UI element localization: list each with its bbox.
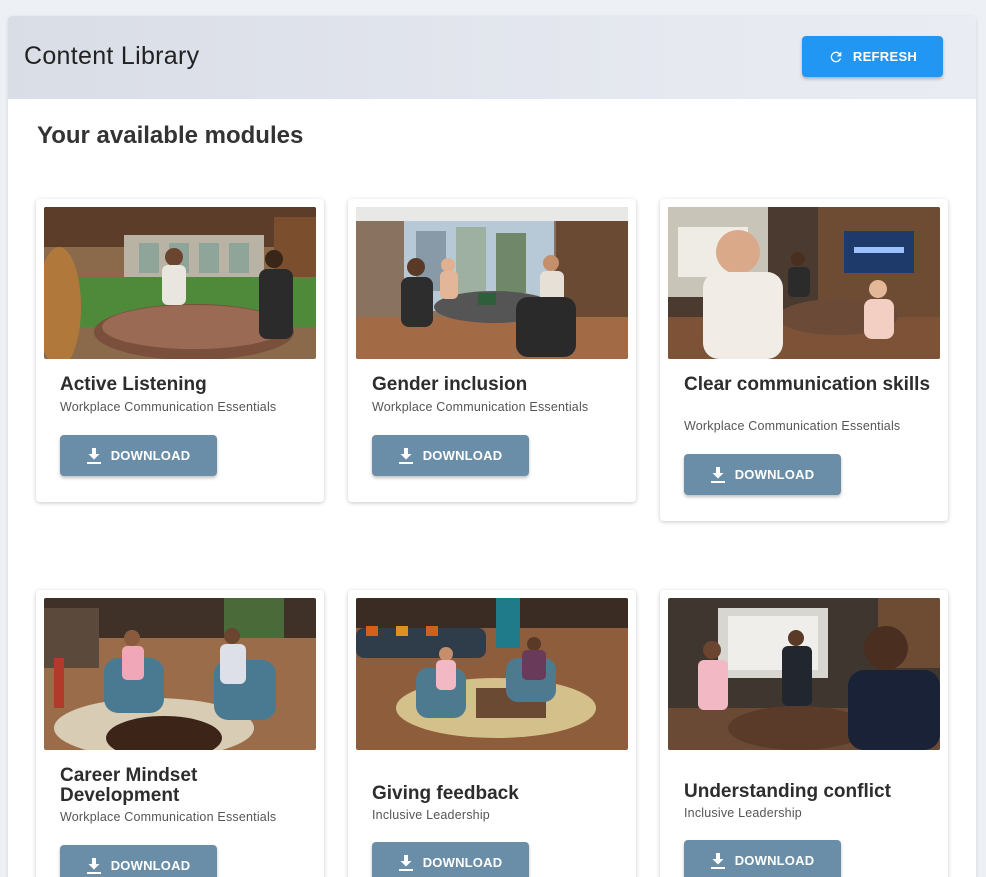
refresh-icon xyxy=(830,51,842,62)
module-card-active-listening: Active Listening Workplace Communication… xyxy=(36,199,324,502)
download-button[interactable]: DOWNLOAD xyxy=(684,454,841,495)
refresh-label: REFRESH xyxy=(852,49,918,64)
module-title: Clear communication skills xyxy=(684,374,931,395)
module-subtitle: Workplace Communication Essentials xyxy=(60,400,277,414)
module-thumbnail xyxy=(44,598,316,750)
module-title: Giving feedback xyxy=(372,783,519,804)
download-button[interactable]: DOWNLOAD xyxy=(372,435,529,476)
download-icon xyxy=(710,852,725,869)
download-label: DOWNLOAD xyxy=(110,858,191,873)
download-label: DOWNLOAD xyxy=(734,467,815,482)
module-thumbnail xyxy=(356,207,628,359)
module-card-understanding-conflict: Understanding conflict Inclusive Leaders… xyxy=(660,590,948,877)
module-title: Active Listening xyxy=(60,374,207,395)
module-subtitle: Inclusive Leadership xyxy=(372,808,490,822)
download-icon xyxy=(398,854,413,871)
module-title: Career Mindset Development xyxy=(60,765,198,806)
download-icon xyxy=(398,447,413,464)
download-label: DOWNLOAD xyxy=(734,853,815,868)
refresh-button[interactable]: REFRESH xyxy=(802,36,943,77)
download-label: DOWNLOAD xyxy=(110,448,191,463)
download-icon xyxy=(710,466,725,483)
module-card-career-mindset: Career Mindset Development Workplace Com… xyxy=(36,590,324,877)
module-card-gender-inclusion: Gender inclusion Workplace Communication… xyxy=(348,199,636,502)
section-title: Your available modules xyxy=(37,122,304,149)
module-thumbnail xyxy=(44,207,316,359)
module-title: Understanding conflict xyxy=(684,781,891,802)
page-title: Content Library xyxy=(24,42,200,70)
module-thumbnail xyxy=(668,207,940,359)
header-bar: Content Library REFRESH xyxy=(8,16,976,99)
download-button[interactable]: DOWNLOAD xyxy=(372,842,529,877)
download-label: DOWNLOAD xyxy=(422,855,503,870)
module-title: Gender inclusion xyxy=(372,374,528,395)
download-button[interactable]: DOWNLOAD xyxy=(684,840,841,877)
download-button[interactable]: DOWNLOAD xyxy=(60,845,217,877)
module-subtitle: Workplace Communication Essentials xyxy=(684,419,901,433)
module-subtitle: Inclusive Leadership xyxy=(684,806,802,820)
download-button[interactable]: DOWNLOAD xyxy=(60,435,217,476)
download-label: DOWNLOAD xyxy=(422,448,503,463)
module-card-clear-communication: Clear communication skills Workplace Com… xyxy=(660,199,948,521)
module-card-giving-feedback: Giving feedback Inclusive Leadership DOW… xyxy=(348,590,636,877)
download-icon xyxy=(86,857,101,874)
module-subtitle: Workplace Communication Essentials xyxy=(372,400,589,414)
download-icon xyxy=(86,447,101,464)
module-thumbnail xyxy=(668,598,940,750)
module-subtitle: Workplace Communication Essentials xyxy=(60,810,277,824)
content-library-panel: Content Library REFRESH Your available m… xyxy=(8,16,976,877)
module-thumbnail xyxy=(356,598,628,750)
